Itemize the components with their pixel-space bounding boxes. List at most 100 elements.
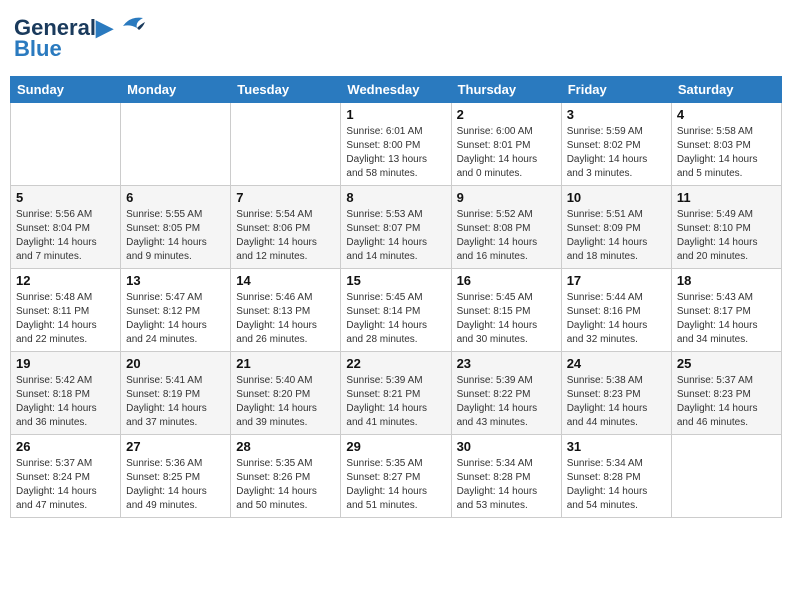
calendar-day-cell: 23Sunrise: 5:39 AMSunset: 8:22 PMDayligh…: [451, 352, 561, 435]
calendar-day-cell: 17 Sunrise: 5:44 AMSunset: 8:16 PMDayligh…: [561, 269, 671, 352]
day-number: 21: [236, 356, 335, 371]
day-info: Sunrise: 5:55 AMSunset: 8:05 PMDaylight:…: [126, 208, 225, 264]
calendar-day-cell: 6 Sunrise: 5:55 AMSunset: 8:05 PMDaylight…: [121, 186, 231, 269]
weekday-header-friday: Friday: [561, 77, 671, 103]
day-number: 27: [126, 439, 225, 454]
calendar-day-cell: 21 Sunrise: 5:40 AMSunset: 8:20 PMDayligh…: [231, 352, 341, 435]
weekday-header-monday: Monday: [121, 77, 231, 103]
calendar-day-cell: 9 Sunrise: 5:52 AMSunset: 8:08 PMDaylight…: [451, 186, 561, 269]
calendar-day-cell: [121, 103, 231, 186]
day-info: Sunrise: 5:45 AMSunset: 8:14 PMDaylight:…: [346, 291, 445, 347]
day-info: Sunrise: 5:59 AMSunset: 8:02 PMDaylight:…: [567, 125, 666, 181]
day-info: Sunrise: 5:35 AMSunset: 8:26 PMDaylight:…: [236, 457, 335, 513]
day-number: 7: [236, 190, 335, 205]
calendar-day-cell: 8 Sunrise: 5:53 AMSunset: 8:07 PMDaylight…: [341, 186, 451, 269]
day-number: 24: [567, 356, 666, 371]
day-info: Sunrise: 5:47 AMSunset: 8:12 PMDaylight:…: [126, 291, 225, 347]
calendar-day-cell: [11, 103, 121, 186]
day-info: Sunrise: 6:00 AMSunset: 8:01 PMDaylight:…: [457, 125, 556, 181]
day-number: 15: [346, 273, 445, 288]
calendar-day-cell: 15 Sunrise: 5:45 AMSunset: 8:14 PMDayligh…: [341, 269, 451, 352]
day-number: 13: [126, 273, 225, 288]
day-number: 8: [346, 190, 445, 205]
day-number: 26: [16, 439, 115, 454]
day-number: 25: [677, 356, 776, 371]
day-number: 23: [457, 356, 556, 371]
day-number: 4: [677, 107, 776, 122]
calendar-day-cell: 22Sunrise: 5:39 AMSunset: 8:21 PMDayligh…: [341, 352, 451, 435]
day-number: 31: [567, 439, 666, 454]
day-number: 10: [567, 190, 666, 205]
calendar-week-row: 5 Sunrise: 5:56 AMSunset: 8:04 PMDaylight…: [11, 186, 782, 269]
day-info: Sunrise: 5:36 AMSunset: 8:25 PMDaylight:…: [126, 457, 225, 513]
day-number: 12: [16, 273, 115, 288]
calendar-day-cell: [671, 435, 781, 518]
day-number: 2: [457, 107, 556, 122]
day-number: 5: [16, 190, 115, 205]
page-header: General▶ Blue: [10, 10, 782, 68]
day-number: 6: [126, 190, 225, 205]
day-info: Sunrise: 5:44 AMSunset: 8:16 PMDaylight:…: [567, 291, 666, 347]
day-info: Sunrise: 5:52 AMSunset: 8:08 PMDaylight:…: [457, 208, 556, 264]
day-info: Sunrise: 5:46 AMSunset: 8:13 PMDaylight:…: [236, 291, 335, 347]
day-info: Sunrise: 5:49 AMSunset: 8:10 PMDaylight:…: [677, 208, 776, 264]
calendar-week-row: 26 Sunrise: 5:37 AMSunset: 8:24 PMDayligh…: [11, 435, 782, 518]
logo-bird-icon: [115, 14, 145, 36]
day-number: 1: [346, 107, 445, 122]
calendar-day-cell: 24 Sunrise: 5:38 AMSunset: 8:23 PMDayligh…: [561, 352, 671, 435]
day-info: Sunrise: 5:56 AMSunset: 8:04 PMDaylight:…: [16, 208, 115, 264]
day-info: Sunrise: 5:38 AMSunset: 8:23 PMDaylight:…: [567, 374, 666, 430]
day-info: Sunrise: 5:37 AMSunset: 8:24 PMDaylight:…: [16, 457, 115, 513]
day-info: Sunrise: 5:42 AMSunset: 8:18 PMDaylight:…: [16, 374, 115, 430]
day-info: Sunrise: 5:54 AMSunset: 8:06 PMDaylight:…: [236, 208, 335, 264]
calendar-day-cell: 7 Sunrise: 5:54 AMSunset: 8:06 PMDaylight…: [231, 186, 341, 269]
day-number: 30: [457, 439, 556, 454]
calendar-day-cell: 5 Sunrise: 5:56 AMSunset: 8:04 PMDaylight…: [11, 186, 121, 269]
logo: General▶ Blue: [14, 16, 145, 62]
day-info: Sunrise: 5:43 AMSunset: 8:17 PMDaylight:…: [677, 291, 776, 347]
calendar-day-cell: 3 Sunrise: 5:59 AMSunset: 8:02 PMDaylight…: [561, 103, 671, 186]
day-info: Sunrise: 5:45 AMSunset: 8:15 PMDaylight:…: [457, 291, 556, 347]
day-number: 9: [457, 190, 556, 205]
calendar-day-cell: 29Sunrise: 5:35 AMSunset: 8:27 PMDayligh…: [341, 435, 451, 518]
day-info: Sunrise: 5:40 AMSunset: 8:20 PMDaylight:…: [236, 374, 335, 430]
day-number: 16: [457, 273, 556, 288]
day-number: 14: [236, 273, 335, 288]
calendar-day-cell: 16 Sunrise: 5:45 AMSunset: 8:15 PMDayligh…: [451, 269, 561, 352]
day-info: Sunrise: 5:35 AMSunset: 8:27 PMDaylight:…: [346, 457, 445, 513]
weekday-header-tuesday: Tuesday: [231, 77, 341, 103]
weekday-header-row: SundayMondayTuesdayWednesdayThursdayFrid…: [11, 77, 782, 103]
calendar-day-cell: 31 Sunrise: 5:34 AMSunset: 8:28 PMDayligh…: [561, 435, 671, 518]
day-number: 3: [567, 107, 666, 122]
calendar-day-cell: 27 Sunrise: 5:36 AMSunset: 8:25 PMDayligh…: [121, 435, 231, 518]
calendar-day-cell: 18 Sunrise: 5:43 AMSunset: 8:17 PMDayligh…: [671, 269, 781, 352]
day-info: Sunrise: 5:34 AMSunset: 8:28 PMDaylight:…: [567, 457, 666, 513]
calendar-day-cell: 14 Sunrise: 5:46 AMSunset: 8:13 PMDayligh…: [231, 269, 341, 352]
day-number: 19: [16, 356, 115, 371]
calendar-day-cell: 26 Sunrise: 5:37 AMSunset: 8:24 PMDayligh…: [11, 435, 121, 518]
calendar-day-cell: 28Sunrise: 5:35 AMSunset: 8:26 PMDayligh…: [231, 435, 341, 518]
calendar-table: SundayMondayTuesdayWednesdayThursdayFrid…: [10, 76, 782, 518]
day-info: Sunrise: 5:37 AMSunset: 8:23 PMDaylight:…: [677, 374, 776, 430]
day-info: Sunrise: 5:41 AMSunset: 8:19 PMDaylight:…: [126, 374, 225, 430]
day-info: Sunrise: 6:01 AMSunset: 8:00 PMDaylight:…: [346, 125, 445, 181]
day-number: 18: [677, 273, 776, 288]
calendar-week-row: 1 Sunrise: 6:01 AMSunset: 8:00 PMDaylight…: [11, 103, 782, 186]
day-info: Sunrise: 5:34 AMSunset: 8:28 PMDaylight:…: [457, 457, 556, 513]
calendar-day-cell: 13 Sunrise: 5:47 AMSunset: 8:12 PMDayligh…: [121, 269, 231, 352]
day-number: 17: [567, 273, 666, 288]
calendar-week-row: 12 Sunrise: 5:48 AMSunset: 8:11 PMDayligh…: [11, 269, 782, 352]
calendar-day-cell: 1 Sunrise: 6:01 AMSunset: 8:00 PMDaylight…: [341, 103, 451, 186]
calendar-day-cell: 12 Sunrise: 5:48 AMSunset: 8:11 PMDayligh…: [11, 269, 121, 352]
calendar-week-row: 19 Sunrise: 5:42 AMSunset: 8:18 PMDayligh…: [11, 352, 782, 435]
day-info: Sunrise: 5:53 AMSunset: 8:07 PMDaylight:…: [346, 208, 445, 264]
calendar-day-cell: [231, 103, 341, 186]
calendar-day-cell: 11Sunrise: 5:49 AMSunset: 8:10 PMDayligh…: [671, 186, 781, 269]
day-info: Sunrise: 5:48 AMSunset: 8:11 PMDaylight:…: [16, 291, 115, 347]
calendar-day-cell: 19 Sunrise: 5:42 AMSunset: 8:18 PMDayligh…: [11, 352, 121, 435]
calendar-day-cell: 30 Sunrise: 5:34 AMSunset: 8:28 PMDayligh…: [451, 435, 561, 518]
day-info: Sunrise: 5:51 AMSunset: 8:09 PMDaylight:…: [567, 208, 666, 264]
calendar-day-cell: 20Sunrise: 5:41 AMSunset: 8:19 PMDayligh…: [121, 352, 231, 435]
day-info: Sunrise: 5:58 AMSunset: 8:03 PMDaylight:…: [677, 125, 776, 181]
weekday-header-wednesday: Wednesday: [341, 77, 451, 103]
